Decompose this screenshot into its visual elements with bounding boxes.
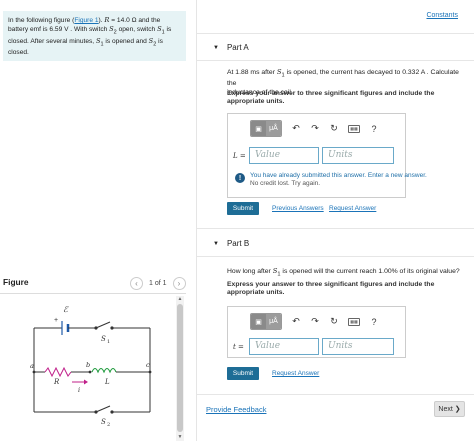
problem-text: battery emf is 6.59 V . With switch: [8, 26, 110, 34]
keyboard-icon[interactable]: ▦▦: [348, 317, 360, 326]
problem-text: closed.: [8, 48, 29, 56]
units-input[interactable]: Units: [322, 338, 394, 355]
units-button[interactable]: μÅ: [266, 314, 281, 329]
question-text: At 1.88 ms after: [227, 69, 277, 76]
question-text: How long after: [227, 268, 273, 275]
next-button[interactable]: Next ❯: [434, 401, 465, 417]
provide-feedback-link[interactable]: Provide Feedback: [206, 405, 266, 414]
units-button[interactable]: μÅ: [266, 121, 281, 136]
figure-heading: Figure: [3, 277, 29, 287]
figure-link[interactable]: Figure 1: [74, 17, 98, 24]
part-divider: [197, 228, 474, 229]
request-answer-link[interactable]: Request Answer: [272, 370, 319, 377]
redo-icon[interactable]: ↷: [310, 123, 320, 134]
l-label: L: [104, 378, 110, 386]
problem-text: is opened and: [103, 38, 149, 46]
figure-pager: ‹ 1 of 1 ›: [130, 276, 186, 290]
reset-icon[interactable]: ↻: [329, 123, 339, 134]
c-label: c: [146, 361, 150, 369]
part-b-header[interactable]: ▼ Part B: [213, 239, 249, 248]
pager-text: 1 of 1: [149, 279, 167, 287]
scroll-down-icon[interactable]: ▼: [176, 434, 184, 441]
units-input[interactable]: Units: [322, 147, 394, 164]
r-label: R: [53, 378, 60, 386]
s1-label-sub: 1: [107, 339, 110, 345]
help-icon[interactable]: ?: [369, 317, 379, 327]
help-icon[interactable]: ?: [369, 124, 379, 134]
problem-statement: In the following figure (Figure 1). R = …: [3, 11, 186, 61]
switch-s2-blade: [95, 405, 111, 413]
math-toolbar: ▣ μÅ ↶ ↷ ↻ ▦▦ ?: [250, 313, 379, 330]
s2-label-sub: 2: [107, 422, 110, 426]
left-pane: In the following figure (Figure 1). R = …: [0, 0, 193, 441]
part-b-title: Part B: [226, 239, 250, 248]
keyboard-icon[interactable]: ▦▦: [348, 124, 360, 133]
scroll-up-icon[interactable]: ▲: [176, 296, 184, 303]
scroll-thumb[interactable]: [177, 304, 183, 432]
plus-label: +: [54, 317, 58, 324]
constants-link[interactable]: Constants: [426, 12, 458, 19]
notice-text: You have already submitted this answer. …: [250, 172, 427, 188]
resistor: [44, 366, 72, 378]
previous-answers-link[interactable]: Previous Answers: [272, 205, 324, 212]
s1-label: S: [101, 335, 106, 343]
part-b-question: How long after S1 is opened will the cur…: [227, 267, 469, 279]
request-answer-link[interactable]: Request Answer: [329, 205, 376, 212]
collapse-triangle-icon[interactable]: ▼: [213, 241, 219, 247]
part-divider: [197, 256, 474, 257]
right-pane: Constants ▼ Part A At 1.88 ms after S1 i…: [196, 0, 474, 441]
part-b-answer-box: ▣ μÅ ↶ ↷ ↻ ▦▦ ? t = Value Units: [227, 306, 406, 358]
math-toolbar: ▣ μÅ ↶ ↷ ↻ ▦▦ ?: [250, 120, 379, 137]
chevron-right-icon[interactable]: ›: [172, 276, 186, 290]
template-icon[interactable]: ▣: [251, 314, 266, 329]
part-b-submit-button[interactable]: Submit: [227, 367, 259, 380]
footer-divider: [197, 394, 474, 395]
switch-s1-blade: [95, 321, 111, 329]
template-icon[interactable]: ▣: [251, 121, 266, 136]
problem-text: open, switch: [116, 26, 158, 34]
alert-icon: !: [235, 173, 245, 183]
figure-divider: [0, 293, 186, 294]
question-text: is opened will the current reach 1.00% o…: [280, 268, 460, 275]
current-arrow-head: [84, 379, 88, 385]
circuit-diagram: ℰ + S 1 a b c R L i S 2: [30, 305, 152, 426]
collapse-triangle-icon[interactable]: ▼: [213, 45, 219, 51]
problem-text: In the following figure (: [8, 17, 75, 24]
notice-sub: No credit lost. Try again.: [250, 180, 321, 188]
value-input[interactable]: Value: [249, 147, 319, 164]
part-a-submit-button[interactable]: Submit: [227, 202, 259, 215]
part-a-instruction: Express your answer to three significant…: [227, 90, 435, 106]
problem-text: is: [156, 38, 163, 46]
submission-notice: ! You have already submitted this answer…: [235, 172, 427, 188]
node-b: [88, 370, 92, 374]
variable-label: L =: [233, 152, 246, 160]
i-label: i: [78, 386, 80, 394]
toolbar-group: ▣ μÅ: [250, 313, 282, 330]
problem-text: is: [164, 26, 172, 34]
undo-icon[interactable]: ↶: [291, 123, 301, 134]
part-b-instruction: Express your answer to three significant…: [227, 281, 435, 297]
redo-icon[interactable]: ↷: [310, 316, 320, 327]
part-a-header[interactable]: ▼ Part A: [213, 43, 249, 52]
problem-text: closed. After several minutes,: [8, 38, 96, 46]
reset-icon[interactable]: ↻: [329, 316, 339, 327]
undo-icon[interactable]: ↶: [291, 316, 301, 327]
toolbar-group: ▣ μÅ: [250, 120, 282, 137]
chevron-left-icon[interactable]: ‹: [130, 276, 143, 290]
part-divider: [197, 33, 474, 34]
inductor: [91, 367, 117, 374]
part-a-title: Part A: [226, 43, 249, 52]
figure-scrollbar[interactable]: ▲ ▼: [176, 296, 184, 441]
b-label: b: [86, 361, 90, 369]
a-label: a: [30, 362, 34, 370]
emf-label: ℰ: [63, 305, 69, 314]
notice-main: You have already submitted this answer. …: [250, 172, 427, 179]
part-divider: [197, 60, 474, 61]
s2-label: S: [101, 418, 106, 426]
variable-label: t =: [233, 343, 244, 351]
problem-text: = 14.0 Ω and the: [109, 17, 161, 24]
value-input[interactable]: Value: [249, 338, 319, 355]
